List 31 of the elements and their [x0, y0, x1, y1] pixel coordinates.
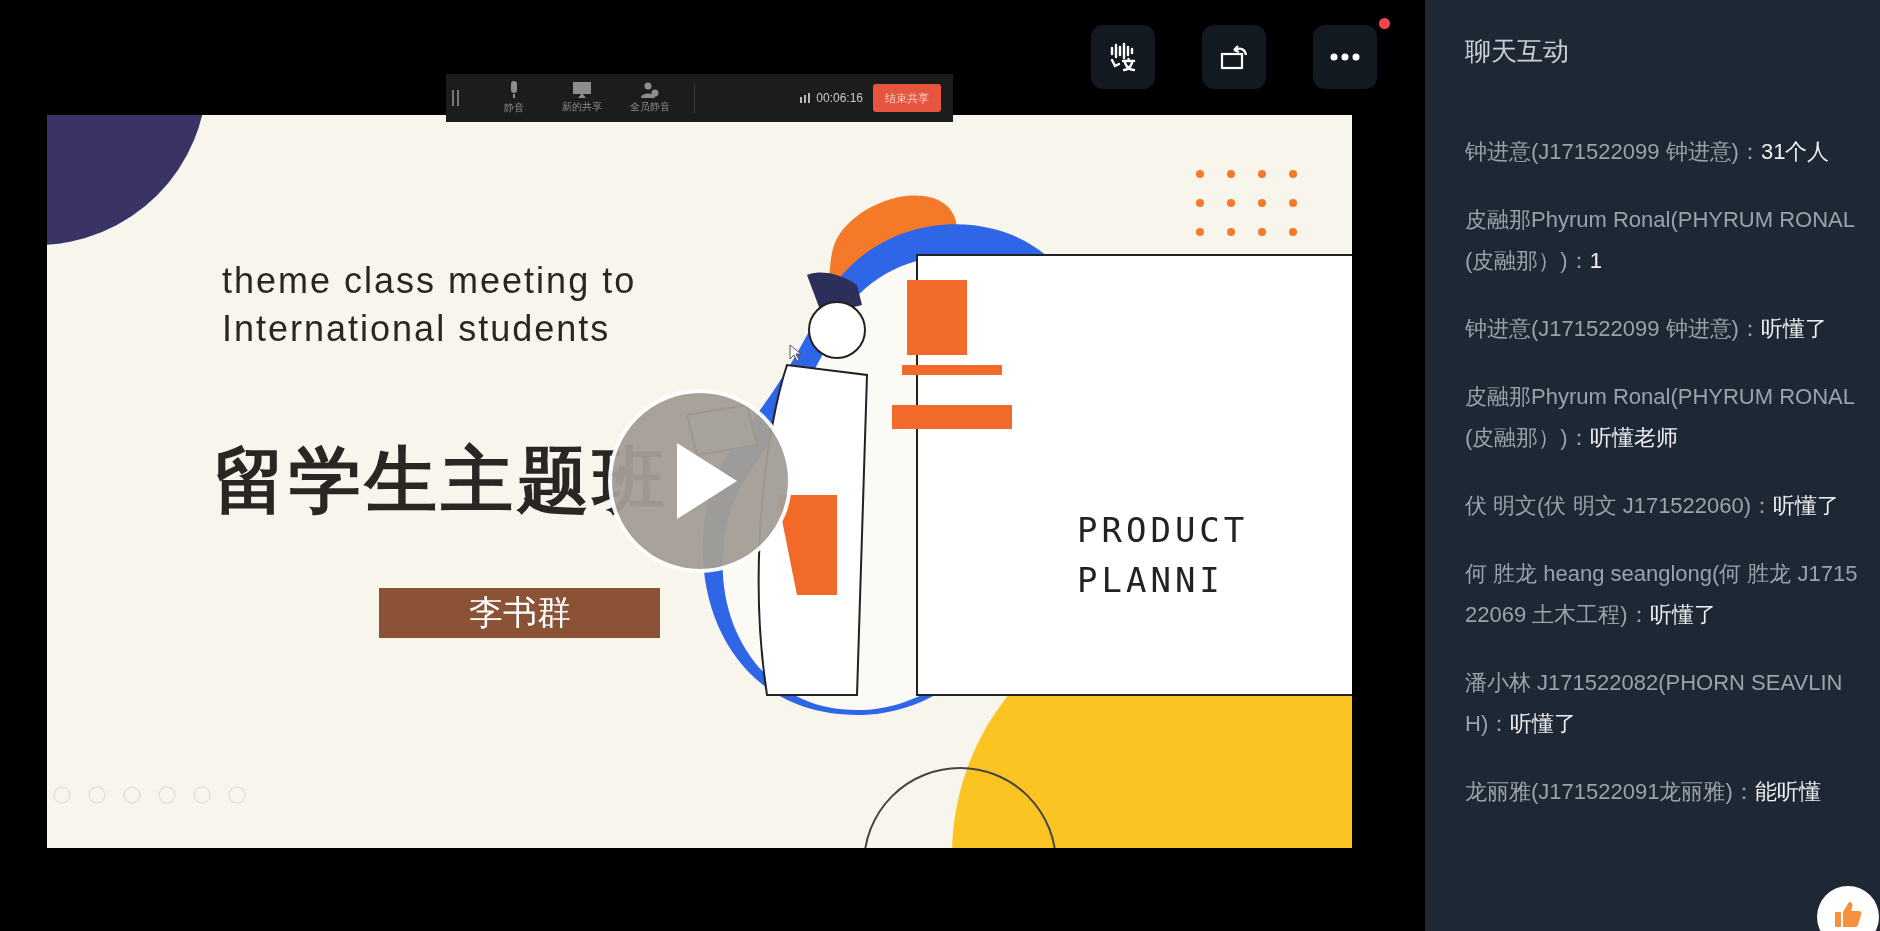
toolbar-button[interactable]: 静音	[480, 81, 548, 115]
presenter-name: 李书群	[379, 588, 660, 638]
chat-message: 钟进意(J171522099 钟进意)：31个人	[1465, 138, 1831, 166]
captions-button[interactable]	[1091, 25, 1155, 89]
board-text: PLANNI	[1077, 560, 1224, 600]
toolbar-button[interactable]: 新的共享	[548, 82, 616, 114]
thumbs-up-icon	[1834, 900, 1862, 928]
screen-share-icon	[573, 82, 591, 98]
chat-title: 聊天互动	[1465, 35, 1570, 68]
chat-message: 皮融那Phyrum Ronal(PHYRUM RONAL (皮融那）)：听懂老师	[1465, 383, 1856, 452]
chat-message: 龙丽雅(J171522091龙丽雅)：能听懂	[1465, 778, 1822, 806]
slide-subtitle: International students	[222, 308, 611, 350]
microphone-icon	[508, 81, 520, 99]
cursor-icon	[789, 344, 801, 362]
chat-message: 潘小林 J171522082(PHORN SEAVLINH)：听懂了	[1465, 669, 1844, 738]
board-text: PRODUCT	[1077, 510, 1249, 550]
more-icon	[1330, 53, 1360, 61]
slide-subtitle: theme class meeting to	[222, 260, 637, 302]
users-mute-icon	[641, 82, 659, 98]
share-timer: 00:06:16	[816, 91, 863, 105]
chat-message: 皮融那Phyrum Ronal(PHYRUM RONAL (皮融那）)：1	[1465, 206, 1856, 275]
speech-to-text-icon	[1108, 42, 1138, 72]
drag-handle-icon[interactable]	[452, 90, 460, 106]
signal-icon	[800, 93, 811, 103]
chat-message: 钟进意(J171522099 钟进意)：听懂了	[1465, 315, 1828, 343]
more-button[interactable]	[1313, 25, 1377, 89]
chat-message: 伏 明文(伏 明文 J171522060)：听懂了	[1465, 492, 1841, 520]
rotate-screen-icon	[1219, 42, 1249, 72]
chat-message: 何 胜龙 heang seanglong(何 胜龙 J171522069 土木工程)：听懂了	[1465, 560, 1859, 629]
toolbar-button[interactable]: 全员静音	[616, 82, 684, 114]
rotate-button[interactable]	[1202, 25, 1266, 89]
